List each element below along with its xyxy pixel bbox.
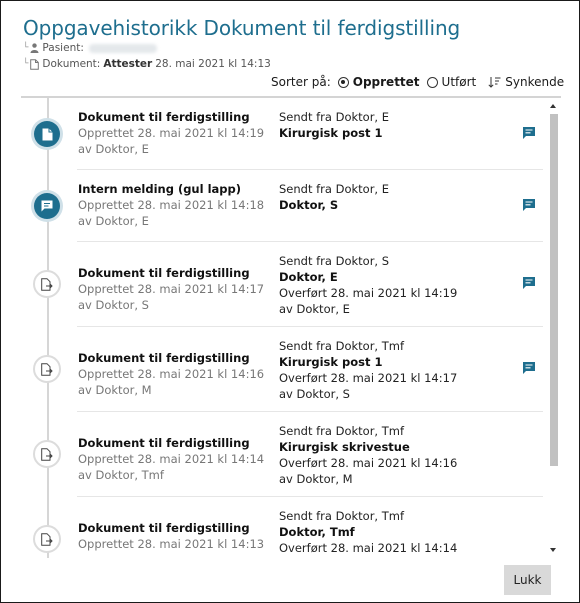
entry-transferred: Overført 28. mai 2021 kl 14:19 (279, 286, 458, 300)
document-line: └ Dokument: Attester 28. mai 2021 kl 14:… (23, 58, 271, 70)
entry-recipient: Kirurgisk post 1 (279, 126, 383, 140)
history-entry: Dokument til ferdigstilling Opprettet 28… (21, 412, 543, 497)
scroll-up-arrow-icon[interactable] (550, 104, 556, 108)
scrollbar-thumb[interactable] (550, 114, 558, 466)
patient-label: Pasient: (42, 42, 84, 54)
entry-created-by: av Doktor, M (78, 383, 152, 397)
entry-title: Dokument til ferdigstilling (78, 521, 250, 535)
document-icon (34, 121, 60, 147)
document-forward-icon (33, 355, 61, 383)
entry-transferred-by: av Doktor, M (279, 472, 353, 486)
entry-transferred-by: av Doktor, E (279, 302, 350, 316)
radio-selected-icon (337, 76, 349, 88)
scroll-down-arrow-icon[interactable] (550, 548, 556, 552)
note-icon[interactable] (521, 275, 537, 291)
entry-transferred-by: av Doktor, S (279, 387, 350, 401)
entry-sent-from: Sendt fra Doktor, E (279, 182, 390, 196)
document-forward-icon (33, 440, 61, 468)
entry-title: Dokument til ferdigstilling (78, 266, 250, 280)
sort-option-created[interactable]: Opprettet (337, 75, 420, 89)
entry-created: Opprettet 28. mai 2021 kl 14:17 (78, 282, 265, 296)
entry-created: Opprettet 28. mai 2021 kl 14:19 (78, 126, 265, 140)
history-list[interactable]: Dokument til ferdigstilling Opprettet 28… (21, 98, 543, 558)
message-icon (34, 193, 60, 219)
note-icon[interactable] (521, 197, 537, 213)
sort-descending-icon (488, 77, 501, 88)
tree-branch-icon: └ (23, 59, 29, 69)
entry-transferred: Overført 28. mai 2021 kl 14:17 (279, 371, 458, 385)
list-scrollbar[interactable] (548, 102, 560, 554)
sort-option-completed[interactable]: Utført (426, 75, 476, 89)
entry-created-by: av Doktor, E (78, 214, 149, 228)
radio-empty-icon (426, 76, 438, 88)
document-status: Attester (103, 58, 153, 70)
entry-title: Dokument til ferdigstilling (78, 351, 250, 365)
entry-title: Dokument til ferdigstilling (78, 110, 250, 124)
entry-created-by: av Doktor, E (78, 142, 149, 156)
entry-sent-from: Sendt fra Doktor, S (279, 254, 390, 268)
entry-sent-from: Sendt fra Doktor, Tmf (279, 509, 405, 523)
entry-recipient: Kirurgisk post 1 (279, 355, 383, 369)
sort-label: Sorter på: (271, 75, 331, 89)
entry-created: Opprettet 28. mai 2021 kl 14:16 (78, 367, 265, 381)
entry-sent-from: Sendt fra Doktor, Tmf (279, 339, 405, 353)
person-icon (30, 43, 39, 53)
document-forward-icon (33, 525, 61, 553)
entry-recipient: Doktor, Tmf (279, 525, 355, 539)
sort-bar: Sorter på: Opprettet Utført Synkende (271, 75, 564, 89)
entry-recipient: Doktor, S (279, 198, 339, 212)
entry-recipient: Kirurgisk skrivestue (279, 440, 410, 454)
history-entry: Dokument til ferdigstilling Opprettet 28… (21, 242, 543, 327)
close-button[interactable]: Lukk (504, 565, 551, 595)
entry-recipient: Doktor, E (279, 270, 338, 284)
entry-title: Intern melding (gul lapp) (78, 182, 241, 196)
entry-sent-from: Sendt fra Doktor, Tmf (279, 424, 405, 438)
note-icon[interactable] (521, 125, 537, 141)
history-entry: Dokument til ferdigstilling Opprettet 28… (21, 497, 543, 558)
patient-line: └ Pasient: (23, 42, 157, 54)
document-date: 28. mai 2021 kl 14:13 (155, 58, 271, 70)
history-entry: Intern melding (gul lapp) Opprettet 28. … (21, 170, 543, 242)
entry-created: Opprettet 28. mai 2021 kl 14:14 (78, 452, 265, 466)
sort-order-toggle[interactable]: Synkende (488, 75, 564, 89)
task-history-dialog: Oppgavehistorikk Dokument til ferdigstil… (0, 0, 580, 603)
history-entry: Dokument til ferdigstilling Opprettet 28… (21, 98, 543, 170)
history-entry: Dokument til ferdigstilling Opprettet 28… (21, 327, 543, 412)
tree-branch-icon: └ (23, 43, 29, 53)
document-forward-icon (33, 270, 61, 298)
document-label: Dokument: (42, 58, 101, 70)
entry-created-by: av Doktor, Tmf (78, 468, 164, 482)
entry-title: Dokument til ferdigstilling (78, 436, 250, 450)
file-icon (30, 58, 40, 70)
note-icon[interactable] (521, 360, 537, 376)
entry-transferred: Overført 28. mai 2021 kl 14:14 (279, 541, 458, 555)
entry-created: Opprettet 28. mai 2021 kl 14:13 (78, 537, 265, 551)
entry-created: Opprettet 28. mai 2021 kl 14:18 (78, 198, 265, 212)
dialog-title: Oppgavehistorikk Dokument til ferdigstil… (23, 16, 461, 40)
entry-transferred: Overført 28. mai 2021 kl 14:16 (279, 456, 458, 470)
entry-sent-from: Sendt fra Doktor, E (279, 110, 390, 124)
entry-created-by: av Doktor, S (78, 298, 149, 312)
patient-name-redacted (88, 43, 157, 53)
